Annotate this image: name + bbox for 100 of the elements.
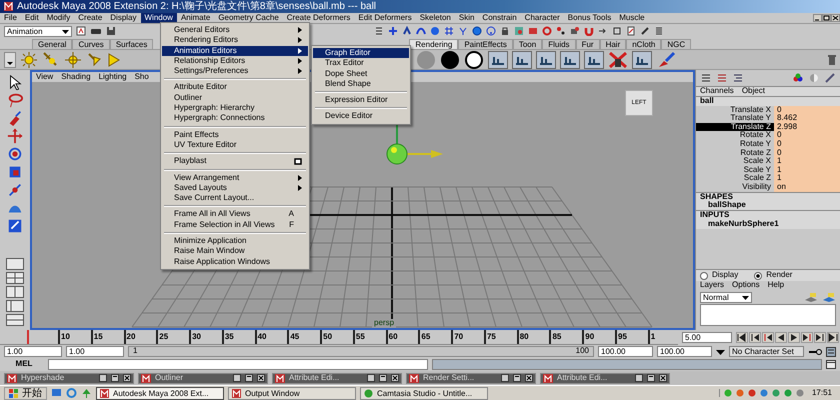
start-button[interactable]: 开始 (4, 386, 47, 400)
menu-item[interactable]: Save Current Layout... (162, 193, 308, 204)
command-input-field[interactable] (48, 359, 428, 370)
attribute-toggle-icon[interactable] (732, 73, 744, 83)
shelf-tab[interactable]: Hair (600, 38, 626, 48)
channel-name[interactable]: Scale X (696, 157, 774, 166)
restore-icon[interactable] (635, 374, 643, 382)
menu-item[interactable]: Blend Shape (313, 78, 409, 90)
render-icon[interactable] (514, 26, 524, 36)
single-view-layout-icon[interactable] (6, 258, 24, 270)
go-to-end-icon[interactable] (827, 332, 839, 343)
channel-value[interactable]: 1 (774, 174, 840, 183)
range-slider-bar[interactable]: 1 100 (129, 347, 593, 356)
trash-icon[interactable] (828, 54, 836, 64)
restore-icon[interactable] (99, 374, 107, 382)
shelf-tab[interactable]: General (32, 38, 72, 48)
step-back-frame-icon[interactable] (762, 332, 774, 343)
lasso-icon[interactable] (7, 92, 23, 108)
scale-icon[interactable] (7, 164, 23, 180)
manipulator-icon[interactable] (7, 182, 23, 198)
channel-value[interactable]: 1 (774, 157, 840, 166)
menu-item[interactable]: Display (106, 13, 140, 23)
menu-item[interactable]: Edit (20, 13, 43, 23)
menu-item[interactable]: Raise Main Window (162, 246, 308, 257)
radio-button[interactable] (700, 272, 708, 280)
menu-item[interactable]: Settings/Preferences (162, 66, 308, 76)
menu-item[interactable]: Relationship Editors (162, 56, 308, 66)
new-layer-icon[interactable] (804, 292, 818, 302)
play-backwards-icon[interactable] (775, 332, 787, 343)
shelf-tab[interactable]: Fluids (542, 38, 576, 48)
menu-item[interactable]: Attribute Editor (162, 82, 308, 93)
panel-menu-item[interactable]: Sho (134, 72, 149, 82)
shelf-tab[interactable]: nCloth (626, 38, 662, 48)
go-to-start-icon[interactable] (736, 332, 748, 343)
layer-menu-item[interactable]: Layers (700, 281, 724, 290)
menu-item[interactable]: Outliner (162, 92, 308, 104)
channel-name[interactable]: Translate X (696, 106, 774, 114)
menu-item[interactable]: Hypergraph: Connections (162, 113, 308, 124)
ambient-light-icon[interactable] (20, 50, 38, 68)
sphere-icon[interactable] (472, 26, 482, 36)
menu-item[interactable]: Window (140, 13, 177, 23)
sphere-icon[interactable] (430, 26, 440, 36)
time-slider[interactable]: 10 15 20 25 30 35 40 45 50 55 60 65 70 75 80 85 90 95 1 (0, 330, 678, 345)
menu-item[interactable]: Create Deformers (282, 13, 354, 23)
close-icon[interactable] (831, 14, 840, 22)
last-tool-icon[interactable] (7, 218, 23, 234)
list-icon[interactable] (374, 26, 384, 36)
menu-item[interactable]: Trax Editor (313, 58, 409, 69)
menu-item[interactable]: Minimize Application (162, 236, 308, 246)
layer-menu-item[interactable]: Options (732, 281, 760, 290)
menu-item[interactable]: Create (74, 13, 106, 23)
step-back-key-icon[interactable] (749, 332, 761, 343)
maximize-icon[interactable] (111, 374, 119, 382)
minimize-icon[interactable] (813, 14, 822, 22)
mode-dropdown[interactable]: Animation (4, 26, 72, 36)
channel-box-toggle-icon[interactable] (700, 73, 712, 83)
step-forward-key-icon[interactable] (814, 332, 826, 343)
browser-icon[interactable] (66, 388, 77, 398)
maximize-icon[interactable] (379, 374, 387, 382)
plus-icon[interactable] (388, 26, 398, 36)
current-time-marker[interactable] (27, 330, 30, 344)
menu-item[interactable]: Skin (454, 13, 478, 23)
attribute-editor-icon[interactable] (626, 26, 636, 36)
menu-item[interactable]: Edit Deformers (354, 13, 416, 23)
channel-name[interactable]: Rotate Z (696, 148, 774, 158)
range-end-field[interactable]: 100.00 (598, 346, 653, 357)
close-icon[interactable] (123, 374, 131, 382)
joint-icon[interactable] (402, 26, 412, 36)
menu-item[interactable]: General Editors (162, 25, 308, 36)
menu-item[interactable]: UV Texture Editor (162, 140, 308, 150)
end-time-field[interactable]: 100.00 (657, 346, 712, 357)
range-start-field[interactable]: 1.00 (66, 346, 124, 357)
new-scene-icon[interactable] (76, 26, 86, 36)
menu-item[interactable]: Animation Editors (162, 46, 308, 56)
render-settings-icon[interactable] (528, 26, 538, 36)
desktop-icon[interactable] (51, 388, 62, 398)
side-by-side-layout-icon[interactable] (6, 286, 24, 298)
preferences-icon[interactable] (826, 346, 836, 356)
menu-item[interactable]: Frame All in All Views A (162, 209, 308, 220)
menu-item[interactable]: Muscle (615, 13, 649, 23)
menu-item[interactable]: Modify (42, 13, 74, 23)
restore-icon[interactable] (501, 374, 509, 382)
delete-icon[interactable] (608, 50, 628, 68)
channel-value[interactable]: 0 (774, 131, 840, 140)
current-frame-field[interactable]: 5.00 (682, 332, 732, 343)
menu-item[interactable]: Geometry Cache (214, 13, 283, 23)
menu-item[interactable]: Bonus Tools (564, 13, 616, 23)
shelf-tab[interactable]: PaintEffects (458, 38, 513, 48)
move-icon[interactable] (7, 128, 23, 144)
shelf-tab[interactable]: Curves (72, 38, 110, 48)
shader-icon[interactable] (542, 26, 552, 36)
shelf-tab[interactable]: NGC (661, 38, 692, 48)
menu-item[interactable]: Dope Sheet (313, 68, 409, 79)
color-channels-icon[interactable] (792, 73, 804, 83)
play-icon[interactable] (788, 332, 800, 343)
menu-item[interactable]: Frame Selection in All Views F (162, 220, 308, 230)
command-language-label[interactable]: MEL (4, 360, 44, 369)
menu-item[interactable]: File (0, 13, 21, 23)
maximize-icon[interactable] (245, 374, 253, 382)
taskbar-button[interactable]: Camtasia Studio - Untitle... (360, 386, 488, 400)
